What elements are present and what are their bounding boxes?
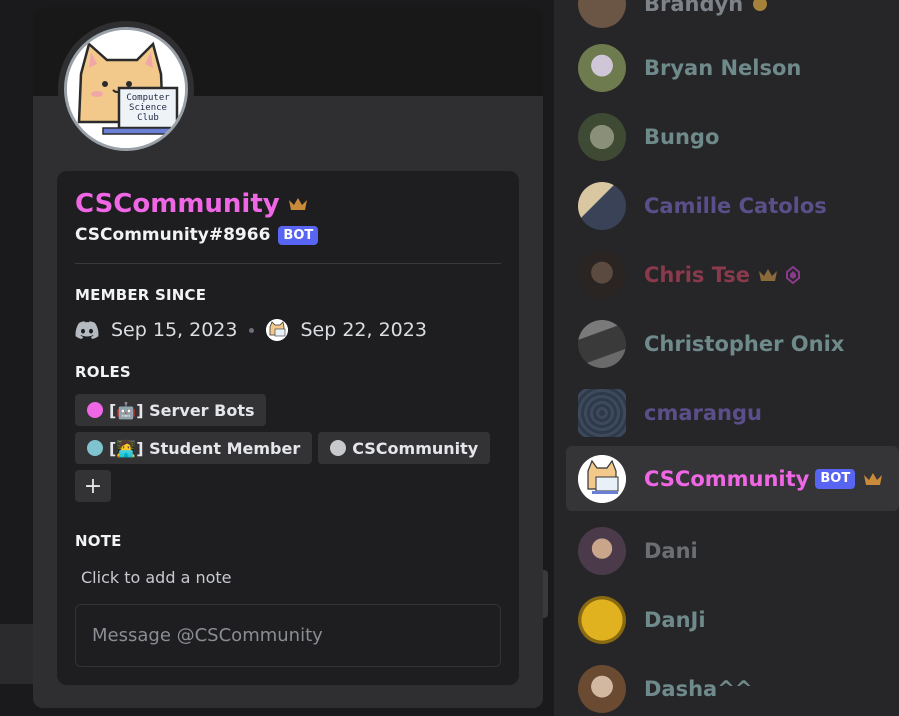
- member-name: Christopher Onix: [644, 331, 845, 356]
- member-since-row: Sep 15, 2023 Sep 22, 2023: [75, 319, 501, 341]
- role-color-dot: [87, 402, 103, 418]
- member-since-title: MEMBER SINCE: [75, 286, 207, 304]
- boost-gem-icon: [786, 265, 801, 284]
- avatar: [578, 595, 626, 644]
- avatar: [578, 454, 626, 503]
- member-name: cmarangu: [644, 400, 762, 425]
- member-item[interactable]: Camille Catolos: [566, 173, 899, 238]
- member-item[interactable]: Brandyn: [566, 0, 899, 36]
- roles-list: [🤖] Server Bots [🧑‍💻] Student Member CSC…: [75, 394, 505, 502]
- roles-title: ROLES: [75, 363, 131, 381]
- svg-text:Club: Club: [137, 113, 159, 123]
- avatar: [578, 664, 626, 713]
- avatar: [578, 112, 626, 161]
- crown-icon: [758, 267, 778, 283]
- profile-popout: Computer Science Club CSCommunity CSComm…: [33, 7, 543, 708]
- member-item[interactable]: Christopher Onix: [566, 311, 899, 376]
- avatar: [578, 181, 626, 230]
- member-item[interactable]: Dani: [566, 518, 899, 583]
- member-list: Brandyn Bryan Nelson Bungo Camille Catol…: [554, 0, 899, 716]
- avatar: [578, 43, 626, 92]
- member-item[interactable]: Chris Tse: [566, 242, 899, 307]
- member-item[interactable]: Bryan Nelson: [566, 35, 899, 100]
- avatar: [578, 526, 626, 575]
- server-join-date: Sep 22, 2023: [300, 319, 427, 341]
- bot-badge: BOT: [815, 468, 856, 489]
- separator-dot: [249, 327, 255, 333]
- member-item[interactable]: Bungo: [566, 104, 899, 169]
- add-role-button[interactable]: +: [75, 470, 111, 502]
- member-name: Camille Catolos: [644, 193, 827, 218]
- role-pill[interactable]: [🤖] Server Bots: [75, 394, 267, 426]
- profile-avatar[interactable]: Computer Science Club: [58, 21, 194, 157]
- member-item[interactable]: Dasha^^: [566, 656, 899, 716]
- message-placeholder: Message @CSCommunity: [92, 625, 323, 646]
- bot-badge: BOT: [278, 225, 319, 245]
- note-input[interactable]: Click to add a note: [81, 568, 501, 587]
- member-name: Brandyn: [644, 0, 744, 16]
- member-name: Bryan Nelson: [644, 55, 802, 80]
- role-label: [🧑‍💻] Student Member: [109, 438, 301, 458]
- role-pill[interactable]: [🧑‍💻] Student Member: [75, 432, 313, 464]
- role-label: [🤖] Server Bots: [109, 400, 255, 420]
- server-icon: [266, 319, 289, 341]
- display-name[interactable]: CSCommunity: [75, 189, 280, 219]
- member-item[interactable]: cmarangu: [566, 380, 899, 445]
- status-icon: [751, 0, 769, 13]
- crown-icon: [288, 196, 308, 212]
- profile-card: CSCommunity CSCommunity#8966 BOT MEMBER …: [57, 171, 519, 685]
- role-color-dot: [330, 440, 347, 456]
- member-item[interactable]: DanJi: [566, 587, 899, 652]
- avatar: [578, 0, 626, 28]
- avatar: [578, 319, 626, 368]
- member-name: Bungo: [644, 124, 720, 149]
- role-color-dot: [87, 440, 103, 456]
- divider: [75, 263, 501, 264]
- member-name: CSCommunity: [644, 466, 810, 491]
- svg-text:Science: Science: [129, 103, 167, 113]
- avatar: [578, 250, 626, 299]
- message-input[interactable]: Message @CSCommunity: [75, 604, 501, 667]
- role-label: CSCommunity: [352, 438, 479, 458]
- discord-logo-icon: [75, 321, 99, 339]
- member-name: Dani: [644, 538, 698, 563]
- member-item-selected[interactable]: CSCommunity BOT: [566, 446, 899, 511]
- avatar: [578, 388, 626, 437]
- svg-text:Computer: Computer: [126, 93, 170, 103]
- username[interactable]: CSCommunity#8966: [75, 225, 270, 245]
- member-name: DanJi: [644, 607, 706, 632]
- member-name: Dasha^^: [644, 676, 753, 701]
- cat-computer-icon: Computer Science Club: [67, 30, 185, 148]
- crown-icon: [863, 471, 883, 487]
- note-title: NOTE: [75, 532, 122, 550]
- member-name: Chris Tse: [644, 262, 751, 287]
- discord-join-date: Sep 15, 2023: [111, 319, 238, 341]
- role-pill[interactable]: CSCommunity: [318, 432, 491, 464]
